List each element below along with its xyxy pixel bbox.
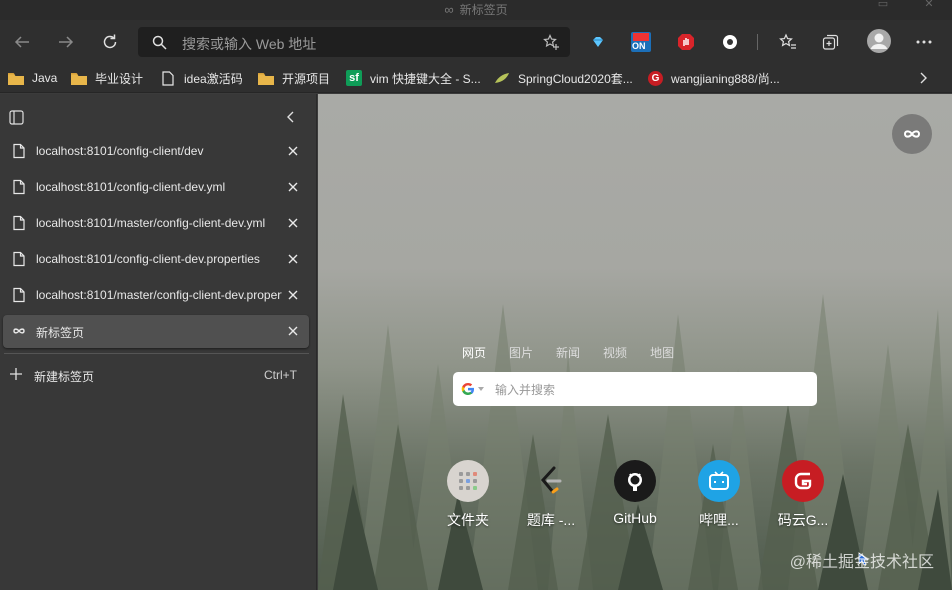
quick-link-gitee[interactable]: 码云G... — [768, 460, 838, 530]
window-title: ∞ 新标签页 — [444, 2, 508, 17]
bookmark-springcloud[interactable]: SpringCloud2020套... — [494, 68, 633, 88]
quick-link-tiku[interactable]: 题库 -... — [516, 460, 586, 530]
ellipsis-icon — [916, 40, 932, 44]
github-icon — [614, 460, 656, 502]
search-tab-maps[interactable]: 地图 — [650, 344, 674, 361]
favorites-bar: Java 毕业设计 idea激活码 开源项目 sf vim 快捷键大全 - S.… — [0, 64, 952, 93]
caret-down-icon[interactable] — [478, 387, 484, 391]
close-window-button[interactable]: ✕ — [906, 0, 952, 14]
leaf-icon — [494, 71, 510, 85]
more-menu-button[interactable] — [912, 30, 936, 54]
chevron-left-icon — [287, 111, 294, 123]
infinity-icon — [13, 328, 25, 334]
panel-divider — [4, 353, 309, 354]
window-titlebar: ∞ 新标签页 ▭ ✕ — [0, 0, 952, 20]
search-tab-web[interactable]: 网页 — [462, 344, 486, 361]
bookmarks-overflow-button[interactable] — [918, 68, 928, 88]
newtab-page: 网页 图片 新闻 视频 地图 输入并搜索 文件夹 题库 -... GitHub — [318, 94, 952, 590]
page-icon — [13, 215, 25, 231]
browser-toolbar: 搜索或输入 Web 地址 ON — [0, 20, 952, 64]
page-icon — [13, 251, 25, 267]
collections-button[interactable] — [819, 30, 843, 54]
tab-item[interactable]: localhost:8101/config-client-dev.yml — [3, 171, 309, 204]
close-icon[interactable] — [285, 215, 301, 231]
bilibili-icon — [698, 460, 740, 502]
address-placeholder: 搜索或输入 Web 地址 — [182, 36, 317, 52]
gitee-icon — [782, 460, 824, 502]
tab-actions-button[interactable] — [9, 110, 25, 126]
tab-item[interactable]: localhost:8101/master/config-client-dev.… — [3, 207, 309, 240]
quick-link-bilibili[interactable]: 哔哩... — [684, 460, 754, 530]
forward-button[interactable] — [50, 26, 82, 58]
google-icon — [461, 383, 474, 395]
search-box[interactable]: 输入并搜索 — [453, 372, 817, 406]
diamond-extension-icon[interactable] — [586, 30, 610, 54]
favorites-button[interactable] — [776, 30, 800, 54]
leetcode-icon — [530, 460, 572, 502]
infinity-icon: ∞ — [444, 2, 454, 17]
arrow-right-icon — [59, 36, 74, 48]
apps-folder-icon — [447, 460, 489, 502]
close-icon[interactable] — [285, 323, 301, 339]
bookmark-gitee[interactable]: G wangjianing888/尚... — [648, 68, 780, 88]
bookmark-idea[interactable]: idea激活码 — [160, 68, 243, 88]
circle-extension-icon[interactable] — [718, 30, 742, 54]
folder-icon — [258, 71, 274, 85]
toolbar-divider — [757, 34, 758, 50]
quick-link-github[interactable]: GitHub — [600, 460, 670, 526]
page-icon — [13, 143, 25, 159]
customize-button[interactable] — [892, 114, 932, 154]
search-tab-images[interactable]: 图片 — [509, 344, 533, 361]
back-button[interactable] — [6, 26, 38, 58]
refresh-icon — [103, 34, 117, 49]
page-icon — [160, 70, 176, 86]
search-icon — [152, 35, 167, 50]
vertical-tabs-icon — [9, 110, 24, 125]
collapse-panel-button[interactable] — [286, 110, 300, 126]
new-tab-button[interactable]: 新建标签页 Ctrl+T — [3, 360, 309, 390]
collections-icon — [822, 34, 839, 50]
close-icon[interactable] — [285, 287, 301, 303]
infinity-icon — [903, 130, 921, 138]
vertical-tabs-panel: localhost:8101/config-client/dev localho… — [0, 94, 317, 590]
bookmark-vim[interactable]: sf vim 快捷键大全 - S... — [346, 68, 481, 88]
close-icon[interactable] — [285, 251, 301, 267]
bookmark-java[interactable]: Java — [8, 68, 57, 88]
refresh-button[interactable] — [94, 26, 126, 58]
tab-item[interactable]: localhost:8101/master/config-client-dev.… — [3, 279, 309, 312]
profile-button[interactable] — [866, 28, 892, 54]
bookmark-opensource[interactable]: 开源项目 — [258, 68, 330, 88]
sf-icon: sf — [346, 70, 362, 86]
search-tab-video[interactable]: 视频 — [603, 344, 627, 361]
gitee-icon: G — [648, 70, 663, 86]
folder-icon — [8, 71, 24, 85]
on-extension-icon[interactable]: ON — [629, 30, 653, 54]
arrow-left-icon — [14, 36, 29, 48]
bookmark-graduation[interactable]: 毕业设计 — [71, 68, 143, 88]
stop-hand-extension-icon[interactable] — [674, 30, 698, 54]
tab-item[interactable]: localhost:8101/config-client/dev — [3, 135, 309, 168]
search-tab-news[interactable]: 新闻 — [556, 344, 580, 361]
page-icon — [13, 287, 25, 303]
close-icon[interactable] — [285, 179, 301, 195]
avatar-icon — [867, 29, 891, 53]
quick-link-folder[interactable]: 文件夹 — [433, 460, 503, 530]
plus-icon — [10, 368, 22, 380]
favorites-icon — [779, 33, 796, 49]
chevron-right-icon — [920, 72, 927, 84]
add-favorite-icon[interactable] — [543, 34, 560, 51]
search-category-tabs: 网页 图片 新闻 视频 地图 — [462, 344, 697, 361]
page-icon — [13, 179, 25, 195]
address-bar[interactable]: 搜索或输入 Web 地址 — [138, 27, 570, 57]
tab-item[interactable]: localhost:8101/config-client-dev.propert… — [3, 243, 309, 276]
search-placeholder: 输入并搜索 — [495, 383, 556, 397]
watermark: @稀土掘金技术社区 — [789, 554, 934, 571]
close-icon[interactable] — [285, 143, 301, 159]
folder-icon — [71, 71, 87, 85]
restore-button[interactable]: ▭ — [860, 0, 906, 14]
tab-item-active[interactable]: 新标签页 — [3, 315, 309, 348]
